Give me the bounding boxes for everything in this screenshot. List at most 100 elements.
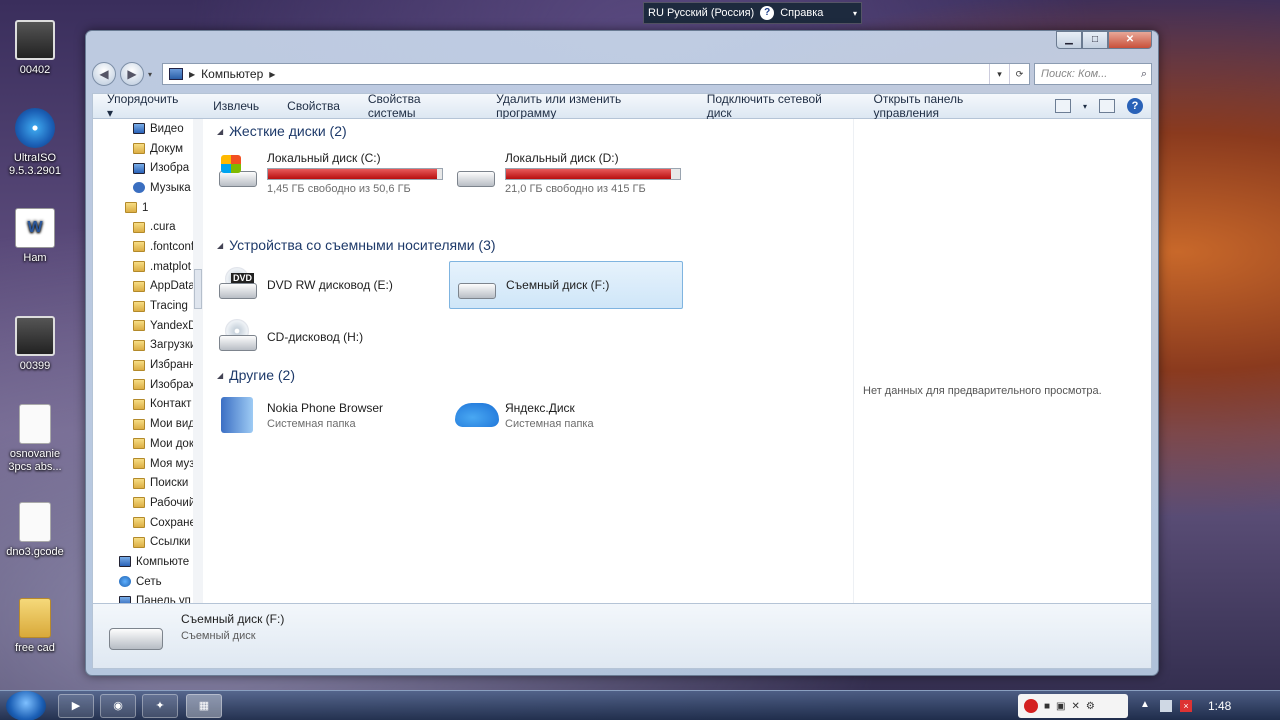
taskbar-app-icon[interactable]: ✦ [142,694,178,718]
nav-item[interactable]: Избранн [93,355,202,375]
taskbar-media-player-icon[interactable]: ▶ [58,694,94,718]
nav-item[interactable]: .cura [93,217,202,237]
search-input[interactable]: Поиск: Ком... ⌕ [1034,63,1152,85]
preview-pane-icon[interactable] [1099,99,1115,113]
map-network-drive-button[interactable]: Подключить сетевой диск [707,92,846,120]
scrollbar-thumb[interactable] [194,269,202,309]
preview-pane-divider[interactable] [853,119,854,603]
minimize-button[interactable]: ▁ [1056,31,1082,49]
breadcrumb-separator-icon[interactable]: ▶ [189,70,195,79]
history-dropdown-icon[interactable]: ▾ [148,70,158,79]
drive-tile-c[interactable]: Локальный диск (C:) 1,45 ГБ свободно из … [211,149,445,197]
mute-icon[interactable]: ✕ [1072,701,1080,712]
breadcrumb[interactable]: Компьютер [201,67,263,81]
nav-item[interactable]: Рабочий [93,493,202,513]
nav-item[interactable]: Мои вид [93,414,202,434]
folder-icon [19,598,51,638]
nav-item[interactable]: .fontconf [93,237,202,257]
group-header-other[interactable]: ◢ Другие (2) [217,367,295,383]
nav-item[interactable]: Tracing [93,296,202,316]
close-button[interactable]: ✕ [1108,31,1152,49]
help-icon[interactable]: ? [1127,98,1143,114]
desktop-icon-00402[interactable]: 00402 [0,20,70,77]
clock[interactable]: 1:48 [1208,699,1231,713]
maximize-button[interactable]: □ [1082,31,1108,49]
desktop-icon-ham[interactable]: W Ham [0,208,70,265]
address-dropdown-icon[interactable]: ▾ [989,64,1009,84]
tray-expand-icon[interactable]: ▲ [1140,699,1150,710]
chevron-down-icon[interactable]: ▾ [1083,102,1087,111]
refresh-icon[interactable]: ⟳ [1009,64,1029,84]
desktop-icon-dno3[interactable]: dno3.gcode [0,502,70,559]
organize-button[interactable]: Упорядочить ▾ [107,92,185,120]
taskbar-chrome-icon[interactable]: ◉ [100,694,136,718]
nav-item[interactable]: Компьюте [93,552,202,572]
nav-item[interactable]: .matplot [93,257,202,277]
drive-tile-e[interactable]: DVD DVD RW дисковод (E:) [211,261,445,309]
stop-icon[interactable]: ■ [1044,701,1050,712]
nav-item[interactable]: Изобра [93,158,202,178]
nokia-phone-browser-tile[interactable]: Nokia Phone Browser Системная папка [211,391,445,439]
nav-item[interactable]: AppData [93,277,202,297]
nav-item[interactable]: 1 [93,198,202,218]
nav-item[interactable]: Мои док [93,434,202,454]
nav-item[interactable]: Панель уп [93,592,202,603]
help-label[interactable]: Справка [780,7,823,19]
group-header-hard-disks[interactable]: ◢ Жесткие диски (2) [217,123,347,139]
collapse-icon[interactable]: ◢ [217,241,223,250]
nav-item[interactable]: Загрузки [93,336,202,356]
desktop-icon-00399[interactable]: 00399 [0,316,70,373]
nav-item-label: Загрузки [150,339,197,352]
language-bar[interactable]: RU Русский (Россия) ? Справка ▾ [643,2,862,24]
eject-button[interactable]: Извлечь [213,99,259,113]
drive-tile-d[interactable]: Локальный диск (D:) 21,0 ГБ свободно из … [449,149,683,197]
folder-icon [133,398,145,410]
system-properties-button[interactable]: Свойства системы [368,92,468,120]
action-center-icon[interactable] [1160,700,1172,712]
navigation-scrollbar[interactable] [193,119,203,603]
camera-icon[interactable]: ▣ [1056,701,1065,712]
forward-button[interactable]: ▶ [120,62,144,86]
collapse-icon[interactable]: ◢ [217,371,223,380]
record-icon[interactable] [1024,699,1038,713]
network-error-icon[interactable]: × [1180,700,1192,712]
nav-item[interactable]: Сохране [93,513,202,533]
group-header-removable[interactable]: ◢ Устройства со съемными носителями (3) [217,237,496,253]
view-controls: ▾ ? [1054,98,1151,114]
language-label[interactable]: RU Русский (Россия) [648,7,754,19]
nav-item[interactable]: Сеть [93,572,202,592]
uninstall-program-button[interactable]: Удалить или изменить программу [496,92,679,120]
drive-tile-f[interactable]: Съемный диск (F:) [449,261,683,309]
nav-item[interactable]: Ссылки [93,532,202,552]
nav-item[interactable]: Докум [93,139,202,159]
folder-icon [133,261,145,273]
properties-button[interactable]: Свойства [287,99,340,113]
yandex-disk-cloud-icon [455,397,499,433]
nav-item[interactable]: Моя муз [93,454,202,474]
taskbar-explorer-icon[interactable]: ▦ [186,694,222,718]
desktop-icon-freecad[interactable]: free cad [0,598,70,655]
folder-icon [133,379,145,391]
nav-item-label: Мои док [150,437,194,450]
settings-icon[interactable]: ⚙ [1086,701,1095,712]
details-pane: Съемный диск (F:) Съемный диск [92,603,1152,669]
nav-item[interactable]: YandexD [93,316,202,336]
folder-icon [133,477,145,489]
desktop-icon-osnovanie[interactable]: osnovanie 3pcs abs... [0,404,70,474]
nav-item[interactable]: Контакт [93,395,202,415]
drive-tile-h[interactable]: CD-дисковод (H:) [211,313,445,361]
start-button[interactable] [6,691,46,720]
breadcrumb-separator-icon[interactable]: ▶ [269,70,275,79]
nav-item[interactable]: Изобрах [93,375,202,395]
address-bar[interactable]: ▶ Компьютер ▶ ▾ ⟳ [162,63,1030,85]
yandex-disk-tile[interactable]: Яндекс.Диск Системная папка [449,391,683,439]
nav-item[interactable]: Видео [93,119,202,139]
desktop-icon-ultraiso[interactable]: UltraISO 9.5.3.2901 [0,108,70,178]
open-control-panel-button[interactable]: Открыть панель управления [874,92,1027,120]
chevron-down-icon[interactable]: ▾ [853,9,857,18]
view-options-icon[interactable] [1054,99,1071,113]
nav-item[interactable]: Музыка [93,178,202,198]
collapse-icon[interactable]: ◢ [217,127,223,136]
back-button[interactable]: ◀ [92,62,116,86]
nav-item[interactable]: Поиски [93,473,202,493]
